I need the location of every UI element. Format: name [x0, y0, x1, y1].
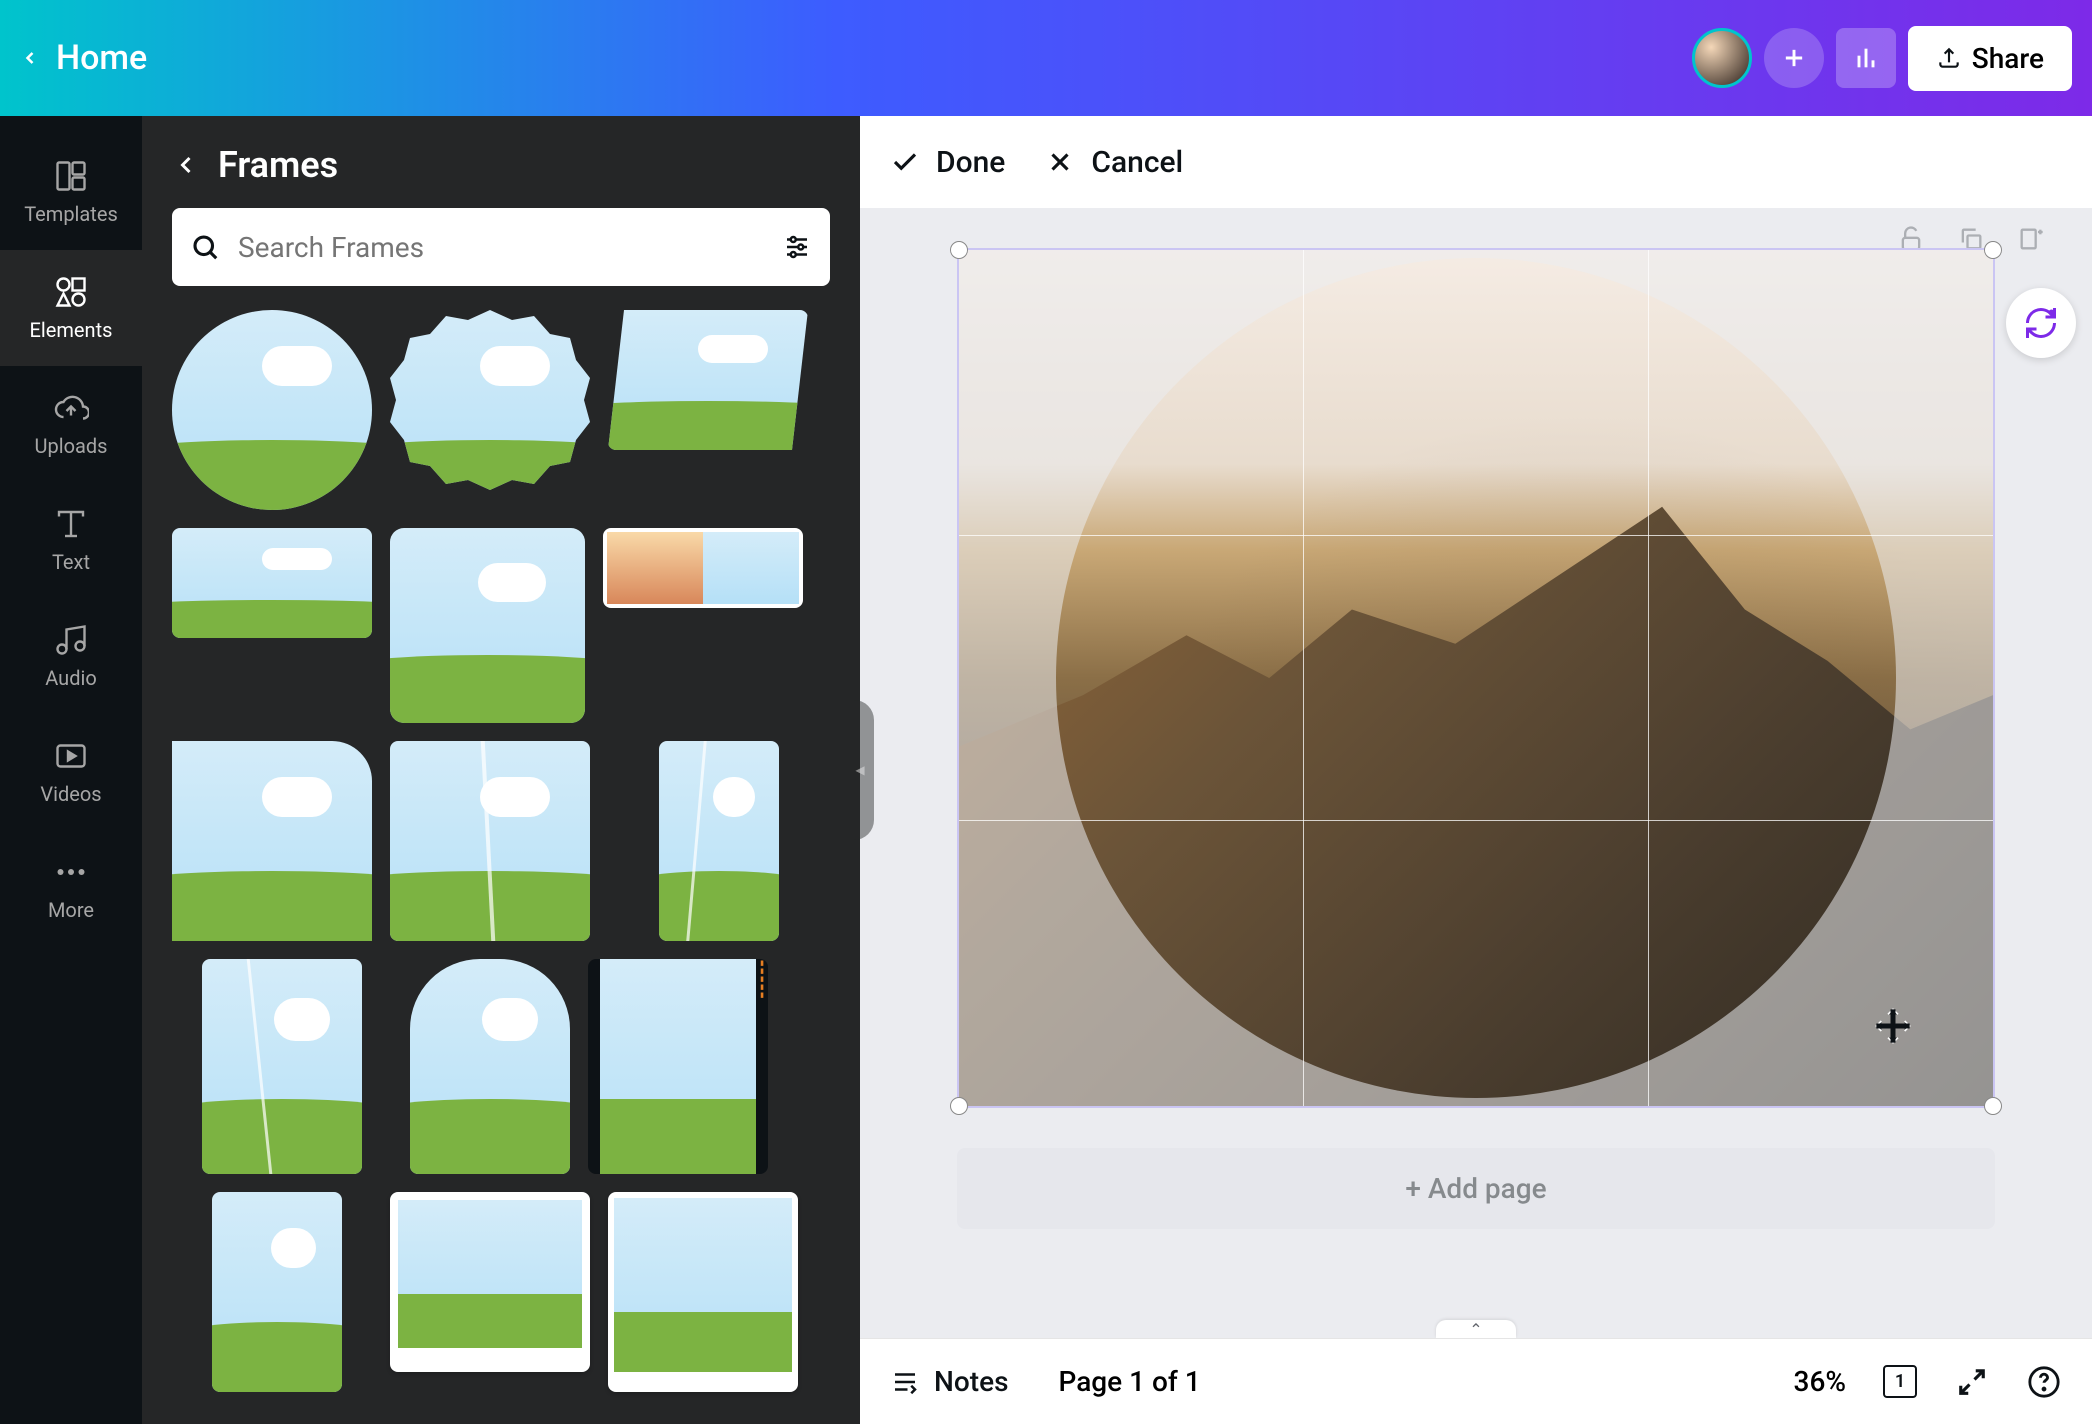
panel-title: Frames	[218, 144, 338, 186]
nav-label: Text	[52, 550, 90, 574]
add-page-button[interactable]: + Add page	[957, 1148, 1995, 1229]
grid-view-button[interactable]: 1	[1882, 1364, 1918, 1400]
frame-item[interactable]	[390, 310, 590, 510]
notes-button[interactable]: Notes	[890, 1365, 1008, 1398]
canvas-area: Done Cancel	[860, 116, 2092, 1424]
frame-item[interactable]	[172, 528, 372, 638]
upload-icon	[1936, 45, 1962, 71]
notes-icon	[890, 1367, 920, 1397]
resize-handle-br[interactable]	[1984, 1097, 2002, 1115]
done-label: Done	[936, 145, 1005, 180]
help-icon	[2027, 1365, 2061, 1399]
bottom-right: 36% 1	[1794, 1364, 2062, 1400]
top-bar-left: Home	[20, 38, 147, 78]
page-indicator[interactable]: Page 1 of 1	[1058, 1365, 1200, 1398]
ai-assist-button[interactable]	[2006, 288, 2076, 358]
frame-item[interactable]	[410, 959, 570, 1174]
nav-label: Elements	[30, 318, 113, 342]
nav-uploads[interactable]: Uploads	[0, 366, 142, 482]
nav-label: Templates	[24, 202, 118, 226]
resize-handle-tl[interactable]	[950, 241, 968, 259]
top-bar-right: Share	[1692, 26, 2072, 91]
side-panel: Frames	[142, 116, 860, 1424]
resize-handle-tr[interactable]	[1984, 241, 2002, 259]
nav-more[interactable]: More	[0, 830, 142, 946]
nav-elements[interactable]: Elements	[0, 250, 142, 366]
help-button[interactable]	[2026, 1364, 2062, 1400]
frame-item[interactable]	[390, 528, 585, 723]
back-icon[interactable]	[20, 48, 40, 68]
share-label: Share	[1972, 42, 2044, 75]
main: Templates Elements Uploads Text Audio Vi…	[0, 116, 2092, 1424]
plus-icon	[1780, 44, 1808, 72]
bottom-left: Notes Page 1 of 1	[890, 1365, 1201, 1398]
nav-rail: Templates Elements Uploads Text Audio Vi…	[0, 116, 142, 1424]
insights-button[interactable]	[1836, 28, 1896, 88]
bottom-bar: Notes Page 1 of 1 36% 1	[860, 1338, 2092, 1424]
sparkle-refresh-icon	[2023, 305, 2059, 341]
back-icon[interactable]	[172, 151, 200, 179]
page-badge: 1	[1883, 1365, 1917, 1398]
canvas-toolbar: Done Cancel	[860, 116, 2092, 208]
frame-item[interactable]	[608, 310, 808, 450]
search-icon	[190, 232, 220, 262]
music-icon	[53, 622, 89, 658]
page-plus-icon	[2017, 225, 2045, 253]
cancel-button[interactable]: Cancel	[1045, 145, 1183, 180]
move-cursor-icon	[1873, 1006, 1913, 1046]
close-icon	[1045, 147, 1075, 177]
nav-label: Videos	[40, 782, 101, 806]
more-icon	[53, 854, 89, 890]
canvas-page[interactable]	[957, 248, 1995, 1108]
expand-icon	[1957, 1367, 1987, 1397]
panel-header: Frames	[142, 116, 860, 208]
frame-item[interactable]	[172, 310, 372, 510]
frame-item[interactable]: ▮▮▮▮▮	[588, 959, 768, 1174]
nav-label: Uploads	[35, 434, 108, 458]
frames-grid: ▮▮▮▮▮	[142, 310, 860, 1424]
top-bar: Home Share	[0, 0, 2092, 116]
add-page-icon-button[interactable]	[2010, 218, 2052, 260]
zoom-level[interactable]: 36%	[1794, 1365, 1846, 1398]
frame-item[interactable]	[390, 741, 590, 941]
frame-item[interactable]	[212, 1192, 342, 1392]
text-icon	[53, 506, 89, 542]
elements-icon	[53, 274, 89, 310]
filter-icon[interactable]	[782, 232, 812, 262]
frame-item[interactable]	[202, 959, 362, 1174]
frame-item[interactable]	[603, 528, 803, 608]
check-icon	[890, 147, 920, 177]
frame-item[interactable]	[390, 1192, 590, 1372]
cloud-upload-icon	[53, 390, 89, 426]
nav-audio[interactable]: Audio	[0, 598, 142, 714]
bar-chart-icon	[1852, 44, 1880, 72]
done-button[interactable]: Done	[890, 145, 1005, 180]
video-icon	[53, 738, 89, 774]
canvas-viewport[interactable]: + Add page ⌃	[860, 208, 2092, 1338]
home-link[interactable]: Home	[56, 38, 147, 78]
avatar[interactable]	[1692, 28, 1752, 88]
nav-label: More	[48, 898, 94, 922]
nav-videos[interactable]: Videos	[0, 714, 142, 830]
search-box[interactable]	[172, 208, 830, 286]
cancel-label: Cancel	[1091, 145, 1183, 180]
search-input[interactable]	[238, 231, 782, 264]
fullscreen-button[interactable]	[1954, 1364, 1990, 1400]
resize-handle-bl[interactable]	[950, 1097, 968, 1115]
nav-label: Audio	[45, 666, 97, 690]
frame-item[interactable]	[659, 741, 779, 941]
templates-icon	[53, 158, 89, 194]
frame-item[interactable]	[172, 741, 372, 941]
frame-item[interactable]	[608, 1192, 798, 1392]
notes-label: Notes	[934, 1365, 1008, 1398]
nav-templates[interactable]: Templates	[0, 134, 142, 250]
expand-tab[interactable]: ⌃	[1436, 1320, 1516, 1338]
share-button[interactable]: Share	[1908, 26, 2072, 91]
add-button[interactable]	[1764, 28, 1824, 88]
nav-text[interactable]: Text	[0, 482, 142, 598]
